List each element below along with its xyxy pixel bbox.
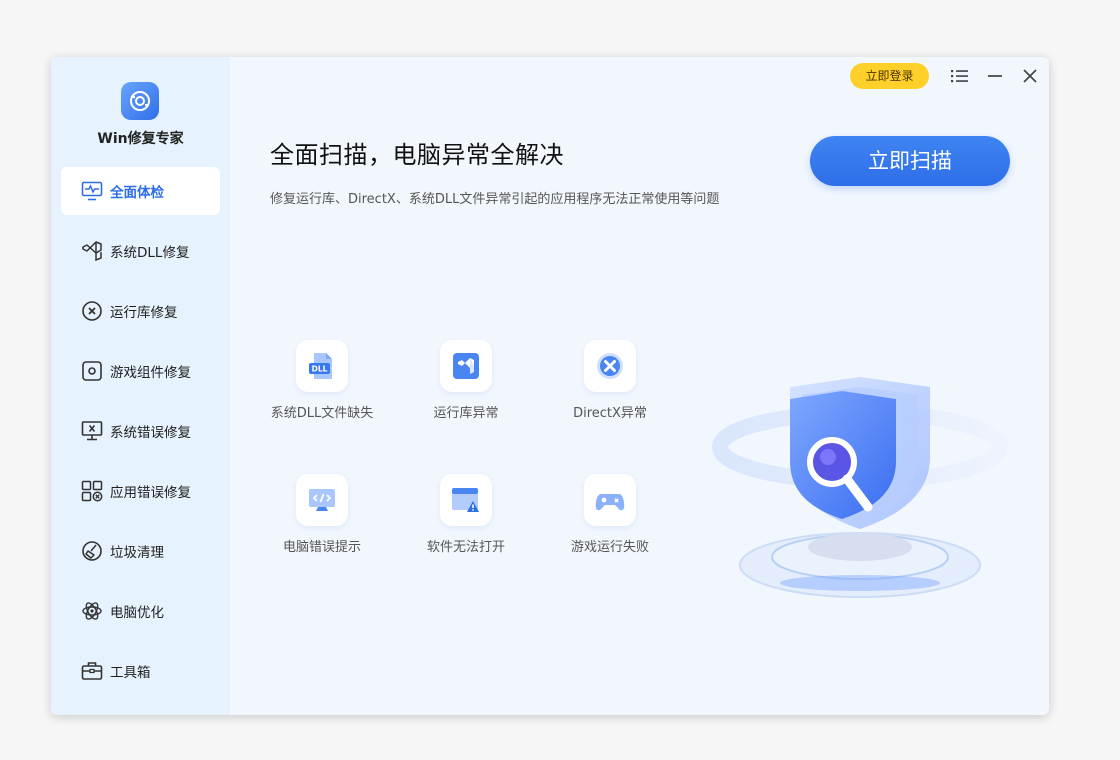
feature-runtime-error: 运行库异常 — [391, 340, 541, 421]
sidebar-item-label: 垃圾清理 — [110, 545, 164, 561]
app-logo-icon — [121, 82, 159, 120]
shield-scan-illustration — [710, 347, 1010, 622]
sidebar-item-pc-optimize[interactable]: 电脑优化 — [61, 587, 220, 635]
app-grid-x-icon — [80, 479, 104, 503]
monitor-x-icon — [80, 419, 104, 443]
dll-file-icon: DLL — [296, 340, 348, 392]
sidebar-item-label: 工具箱 — [110, 665, 151, 681]
sidebar-item-toolbox[interactable]: 工具箱 — [61, 647, 220, 695]
login-button[interactable]: 立即登录 — [850, 63, 929, 89]
feature-label: 运行库异常 — [433, 406, 499, 421]
sidebar-item-runtime-repair[interactable]: 运行库修复 — [61, 287, 220, 335]
visual-studio-icon — [80, 239, 104, 263]
menu-icon[interactable] — [949, 65, 971, 87]
sidebar-item-junk-clean[interactable]: 垃圾清理 — [61, 527, 220, 575]
toolbox-icon — [80, 659, 104, 683]
feature-error-prompt: 电脑错误提示 — [247, 474, 397, 555]
sidebar-item-label: 游戏组件修复 — [110, 365, 191, 381]
monitor-pulse-icon — [80, 179, 104, 203]
app-window: Win修复专家 全面体检 系统DLL修复 运行库修复 游戏组件修复 系统错误修复… — [51, 57, 1049, 715]
atom-icon — [80, 599, 104, 623]
sidebar-item-label: 系统错误修复 — [110, 425, 191, 441]
sidebar-item-full-check[interactable]: 全面体检 — [61, 167, 220, 215]
feature-label: 电脑错误提示 — [282, 540, 361, 555]
sidebar-item-app-error[interactable]: 应用错误修复 — [61, 467, 220, 515]
code-monitor-icon — [296, 474, 348, 526]
page-title: 全面扫描，电脑异常全解决 — [270, 141, 564, 169]
scan-now-button[interactable]: 立即扫描 — [810, 136, 1010, 186]
close-icon[interactable] — [1019, 65, 1041, 87]
feature-dll-missing: DLL 系统DLL文件缺失 — [247, 340, 397, 421]
visual-studio-icon — [440, 340, 492, 392]
feature-directx-error: DirectX异常 — [535, 340, 685, 421]
sidebar-item-label: 电脑优化 — [110, 605, 164, 621]
feature-label: 软件无法打开 — [426, 540, 505, 555]
sidebar-item-system-error[interactable]: 系统错误修复 — [61, 407, 220, 455]
directx-icon — [584, 340, 636, 392]
sidebar-item-dll-repair[interactable]: 系统DLL修复 — [61, 227, 220, 275]
feature-software-wont-open: 软件无法打开 — [391, 474, 541, 555]
page-subtitle: 修复运行库、DirectX、系统DLL文件异常引起的应用程序无法正常使用等问题 — [270, 192, 720, 207]
feature-game-fail: 游戏运行失败 — [535, 474, 685, 555]
sidebar-item-label: 应用错误修复 — [110, 485, 191, 501]
sidebar-item-label: 全面体检 — [110, 185, 164, 201]
feature-label: 系统DLL文件缺失 — [270, 406, 374, 421]
window-warning-icon — [440, 474, 492, 526]
sidebar-item-game-component[interactable]: 游戏组件修复 — [61, 347, 220, 395]
sidebar: Win修复专家 全面体检 系统DLL修复 运行库修复 游戏组件修复 系统错误修复… — [51, 57, 230, 715]
feature-label: DirectX异常 — [573, 406, 647, 421]
gamepad-icon — [584, 474, 636, 526]
app-name: Win修复专家 — [97, 131, 184, 147]
sidebar-item-label: 系统DLL修复 — [110, 245, 190, 261]
gear-square-icon — [80, 359, 104, 383]
broom-icon — [80, 539, 104, 563]
minimize-icon[interactable] — [984, 65, 1006, 87]
sidebar-item-label: 运行库修复 — [110, 305, 178, 321]
circle-x-icon — [80, 299, 104, 323]
svg-text:DLL: DLL — [312, 365, 328, 374]
feature-label: 游戏运行失败 — [570, 540, 649, 555]
